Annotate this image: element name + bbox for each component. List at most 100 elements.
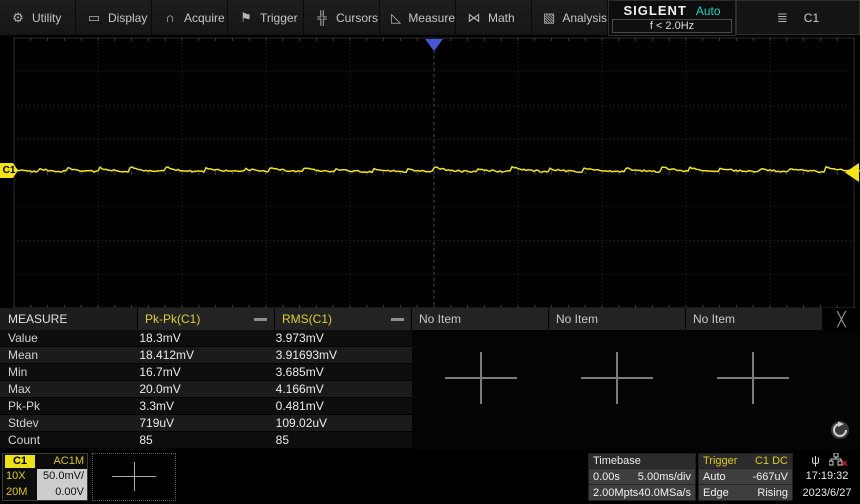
stat-value: 18.412mV [139, 348, 195, 362]
add-measurement-button[interactable] [717, 352, 789, 404]
close-icon: ╳ [837, 310, 846, 327]
measure-slot-3[interactable]: No Item [412, 308, 548, 330]
stat-value: 3.685mV [275, 365, 324, 379]
usb-icon: ψ [811, 452, 820, 467]
add-channel-button[interactable] [92, 453, 176, 501]
timebase-title: Timebase [593, 455, 641, 467]
timebase-sample-rate: 40.0MSa/s [638, 486, 691, 499]
close-measure-button[interactable]: ╳ [823, 308, 860, 330]
trigger-frequency-readout: f < 2.0Hz [612, 19, 732, 33]
menu-display[interactable]: ▭ Display [76, 0, 152, 35]
trigger-panel[interactable]: Trigger C1 DC Auto -667uV Edge Rising [698, 453, 793, 501]
channel-offset: 0.00V [37, 484, 87, 500]
measure-header: MEASURE Pk-Pk(C1) RMS(C1) No Item No Ite… [0, 308, 860, 330]
measure-slot-4[interactable]: No Item [549, 308, 685, 330]
analysis-chart-icon: ▧ [543, 9, 556, 25]
menu-analysis-label: Analysis [562, 10, 607, 25]
menu-trigger[interactable]: ⚑ Trigger [228, 0, 304, 35]
trigger-flag-icon: ⚑ [240, 9, 252, 25]
menu-acquire-label: Acquire [184, 10, 225, 25]
channel-badge[interactable]: C1 [5, 455, 35, 469]
utility-gear-icon: ⚙ [12, 9, 24, 25]
trigger-type: Edge [703, 486, 729, 499]
timebase-panel[interactable]: Timebase 0.00s 5.00ms/div 2.00Mpts 40.0MSa… [588, 453, 696, 501]
stat-label: Mean [8, 348, 39, 362]
table-row: Max 20.0mV 4.166mV [0, 381, 412, 398]
stat-value: 20.0mV [139, 382, 181, 396]
measure-slot-5-label: No Item [693, 312, 736, 326]
channel-menu-button[interactable]: ≣ C1 [736, 0, 860, 35]
stat-label: Max [8, 382, 31, 396]
menu-analysis[interactable]: ▧ Analysis [532, 0, 608, 35]
channel-bandwidth: 20M [6, 485, 28, 498]
trigger-level-marker[interactable] [845, 163, 859, 182]
measure-slot-2-label: RMS(C1) [282, 312, 332, 326]
stat-value: 18.3mV [139, 331, 181, 345]
stat-value: 3.91693mV [275, 348, 338, 362]
math-bowtie-icon: ⋈ [467, 9, 481, 25]
menu-cursors[interactable]: ╬ Cursors [304, 0, 380, 35]
stat-label: Value [8, 331, 38, 345]
stat-value: 719uV [139, 416, 175, 430]
table-row: Min 16.7mV 3.685mV [0, 364, 412, 381]
stat-label: Pk-Pk [8, 399, 41, 413]
menu-math-label: Math [488, 10, 515, 25]
clock-time: 17:19:32 [805, 470, 849, 482]
measure-slot-5[interactable]: No Item [686, 308, 822, 330]
menu-display-label: Display [108, 10, 148, 25]
stat-value: 4.166mV [275, 382, 324, 396]
channel-info-c1[interactable]: C1 AC1M 10X 50.0mV/ 20M 0.00V [2, 453, 88, 501]
table-row: Stdev 719uV 109.02uV [0, 415, 412, 432]
acquire-wave-icon: ∩ [165, 10, 175, 25]
stat-label: Stdev [8, 416, 39, 430]
add-measurement-button[interactable] [581, 352, 653, 404]
menubar: ⚙ Utility ▭ Display ∩ Acquire ⚑ Trigger ╬ Cur… [0, 0, 860, 36]
remove-measurement-icon[interactable] [254, 317, 267, 321]
stat-value: 0.481mV [275, 399, 324, 413]
waveform-display: C1 [0, 36, 860, 308]
cursors-grid-icon: ╬ [317, 10, 327, 25]
stat-label: Min [8, 365, 28, 379]
reset-statistics-button[interactable] [830, 420, 850, 440]
stat-value: 16.7mV [139, 365, 181, 379]
menu-trigger-label: Trigger [260, 10, 298, 25]
measure-slot-4-label: No Item [556, 312, 599, 326]
menu-acquire[interactable]: ∩ Acquire [152, 0, 228, 35]
stat-value: 85 [275, 433, 290, 447]
trigger-level: -667uV [752, 470, 788, 483]
channel-scale: 50.0mV/ [37, 469, 87, 485]
trigger-position-marker[interactable] [425, 39, 443, 51]
measure-panel: MEASURE Pk-Pk(C1) RMS(C1) No Item No Ite… [0, 308, 860, 450]
menu-math[interactable]: ⋈ Math [456, 0, 532, 35]
stat-value: 109.02uV [275, 416, 328, 430]
add-measurement-button[interactable] [445, 352, 517, 404]
remove-measurement-icon[interactable] [391, 317, 404, 321]
brand-panel: SIGLENT Auto f < 2.0Hz [608, 0, 736, 36]
measure-slot-1[interactable]: Pk-Pk(C1) [138, 308, 274, 330]
trigger-mode: Auto [703, 470, 726, 483]
measure-statistics-table: Value 18.3mV 3.973mV Mean 18.412mV 3.91693mV… [0, 330, 412, 449]
bottombar: C1 AC1M 10X 50.0mV/ 20M 0.00V Timebase 0… [0, 450, 860, 504]
measure-ruler-icon: ◺ [391, 9, 402, 25]
menu-measure-label: Measure [408, 10, 455, 25]
table-row: Mean 18.412mV 3.91693mV [0, 347, 412, 364]
stat-value: 85 [139, 433, 153, 447]
trigger-source: C1 DC [754, 455, 788, 467]
table-row: Count 85 85 [0, 432, 412, 449]
menu-utility[interactable]: ⚙ Utility [0, 0, 76, 35]
stat-value: 3.3mV [139, 399, 175, 413]
menu-measure[interactable]: ◺ Measure [380, 0, 456, 35]
status-area: ψ × 17:19:32 2023/6/27 [796, 451, 858, 503]
channel-coupling: AC1M [53, 455, 84, 467]
measure-title: MEASURE [0, 308, 137, 330]
trigger-title: Trigger [703, 455, 738, 467]
clock-date: 2023/6/27 [802, 487, 852, 499]
timebase-points: 2.00Mpts [593, 486, 639, 499]
measure-slot-2[interactable]: RMS(C1) [275, 308, 411, 330]
siglent-logo: SIGLENT [623, 3, 687, 18]
channel-menu-label: C1 [803, 10, 820, 25]
list-icon: ≣ [776, 9, 788, 25]
scope-grid [0, 37, 860, 308]
trigger-slope: Rising [757, 486, 788, 499]
measure-slot-3-label: No Item [419, 312, 462, 326]
